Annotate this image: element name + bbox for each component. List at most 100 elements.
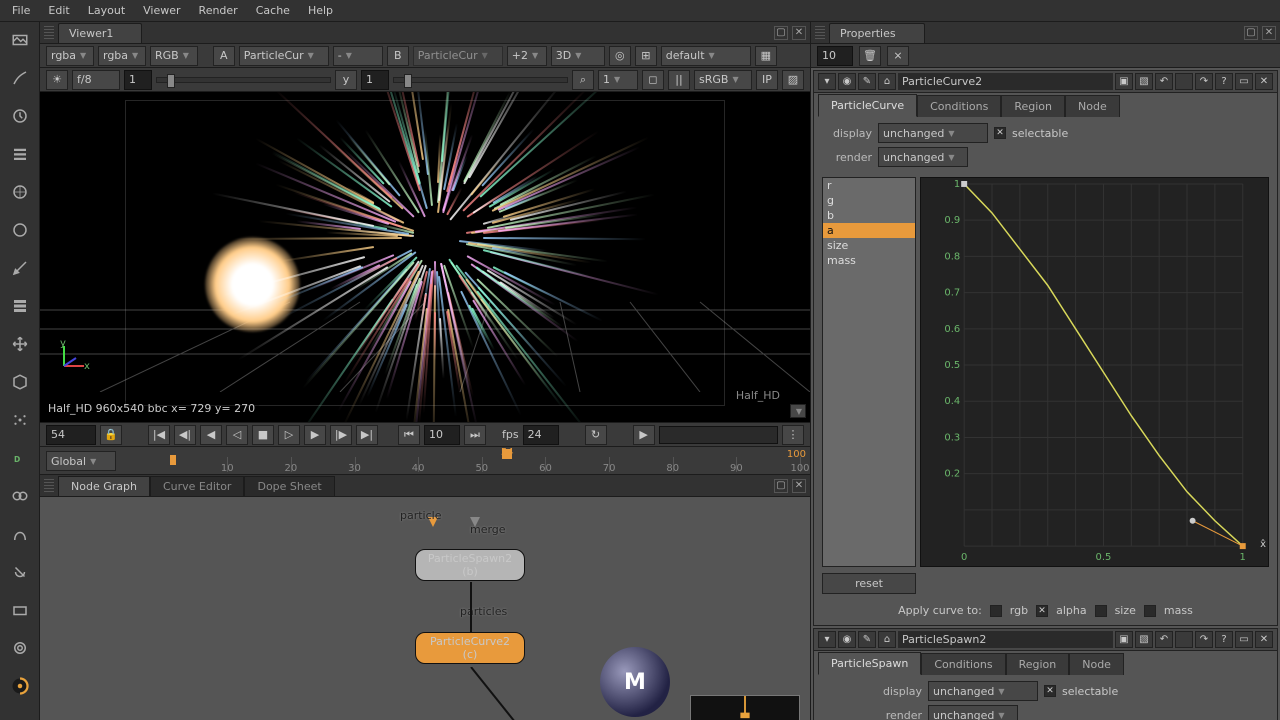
prev-key-button[interactable]: ◀| — [174, 425, 196, 445]
render-dropdown[interactable]: unchanged▼ — [878, 147, 968, 167]
panel-grip-icon[interactable] — [44, 479, 54, 493]
curve-canvas[interactable]: 0.20.30.40.50.60.70.80.9100.51 x̂ — [920, 177, 1269, 567]
center-node-icon[interactable]: ◉ — [838, 73, 856, 90]
display-dropdown[interactable]: unchanged▼ — [928, 681, 1038, 701]
roi-icon[interactable]: ◻ — [642, 70, 664, 90]
tool-particles-icon[interactable] — [6, 406, 34, 434]
redo-icon[interactable]: ↷ — [1195, 73, 1213, 90]
tool-color-icon[interactable] — [6, 178, 34, 206]
gamma-slider[interactable] — [393, 77, 568, 83]
panel-float-button[interactable]: ▢ — [1244, 26, 1258, 40]
panel-close-button[interactable]: ✕ — [792, 479, 806, 493]
dup-icon[interactable]: ▧ — [1135, 631, 1153, 648]
selectable-checkbox[interactable] — [994, 127, 1006, 139]
slider-handle[interactable] — [404, 74, 412, 88]
menu-help[interactable]: Help — [300, 2, 341, 19]
reset-curve-button[interactable]: reset — [822, 573, 916, 594]
tab-conditions[interactable]: Conditions — [921, 653, 1005, 675]
menu-edit[interactable]: Edit — [40, 2, 77, 19]
max-panels-field[interactable]: 10 — [817, 46, 853, 66]
tool-views-icon[interactable] — [6, 482, 34, 510]
tool-all-plugins-icon[interactable] — [6, 634, 34, 662]
undo-icon[interactable]: ↶ — [1155, 631, 1173, 648]
properties-tab[interactable]: Properties — [829, 23, 925, 43]
gamma-toggle-icon[interactable]: y — [335, 70, 357, 90]
camera-icon[interactable]: ◎ — [609, 46, 631, 66]
menu-file[interactable]: File — [4, 2, 38, 19]
float-icon[interactable]: ▣ — [1115, 73, 1133, 90]
apply-rgb-checkbox[interactable] — [990, 605, 1002, 617]
tab-curve-editor[interactable]: Curve Editor — [150, 476, 245, 496]
attr-item-b[interactable]: b — [823, 208, 915, 223]
channel-b-dropdown[interactable]: rgba▼ — [98, 46, 146, 66]
channel-a-dropdown[interactable]: rgba▼ — [46, 46, 94, 66]
help-button[interactable]: ? — [1215, 73, 1233, 90]
play-button[interactable]: ▶ — [304, 425, 326, 445]
tab-particlecurve[interactable]: ParticleCurve — [818, 94, 917, 117]
input-a-button[interactable]: A — [213, 46, 235, 66]
panel-float-button[interactable]: ▢ — [774, 479, 788, 493]
panel-float-button[interactable]: ▢ — [774, 26, 788, 40]
tool-deep-icon[interactable]: D — [6, 444, 34, 472]
play-fwd-button[interactable]: ⏭ — [464, 425, 486, 445]
first-frame-button[interactable]: |◀ — [148, 425, 170, 445]
frame-range-dropdown[interactable]: Global▼ — [46, 451, 116, 471]
current-frame-field[interactable]: 54 — [46, 425, 96, 445]
node-particlespawn2[interactable]: ParticleSpawn2 (b) — [415, 549, 525, 581]
proxy-dropdown[interactable]: 1▼ — [598, 70, 638, 90]
edit-expr-icon[interactable]: ✎ — [858, 631, 876, 648]
tool-time-icon[interactable] — [6, 102, 34, 130]
attr-item-g[interactable]: g — [823, 193, 915, 208]
viewer-viewport[interactable]: xy Half_HD 960x540 bbc x= 729 y= 270 Hal… — [40, 92, 810, 422]
lock-timeline-icon[interactable]: 🔒 — [100, 425, 122, 445]
panel-grip-icon[interactable] — [44, 26, 54, 40]
tab-node[interactable]: Node — [1065, 95, 1120, 117]
help-button[interactable]: ? — [1215, 631, 1233, 648]
attr-item-a[interactable]: a — [823, 223, 915, 238]
lock-panels-icon[interactable]: ⨯ — [887, 46, 909, 66]
lock-view-icon[interactable]: ⊞ — [635, 46, 657, 66]
minimize-icon[interactable]: ▭ — [1235, 631, 1253, 648]
tool-3d-icon[interactable] — [6, 368, 34, 396]
center-node-icon[interactable]: ◉ — [838, 631, 856, 648]
tool-image-icon[interactable] — [6, 26, 34, 54]
apply-alpha-checkbox[interactable] — [1036, 605, 1048, 617]
close-panel-button[interactable]: ✕ — [1255, 73, 1273, 90]
display-dropdown[interactable]: unchanged▼ — [878, 123, 988, 143]
zoom-icon[interactable]: ⌕ — [572, 70, 594, 90]
gain-slider[interactable] — [156, 77, 331, 83]
menu-layout[interactable]: Layout — [80, 2, 133, 19]
next-frame-button[interactable]: ▷ — [278, 425, 300, 445]
tool-channel-icon[interactable] — [6, 140, 34, 168]
attr-item-mass[interactable]: mass — [823, 253, 915, 268]
next-key-button[interactable]: |▶ — [330, 425, 352, 445]
viewer-lut-dropdown[interactable]: default▼ — [661, 46, 751, 66]
input-b-button[interactable]: B — [387, 46, 409, 66]
grid-toggle-icon[interactable]: ▦ — [755, 46, 777, 66]
render-dropdown[interactable]: unchanged▼ — [928, 705, 1018, 720]
gain-toggle-icon[interactable]: ☀ — [46, 70, 68, 90]
tab-node[interactable]: Node — [1069, 653, 1124, 675]
input-a-dropdown[interactable]: ParticleCur▼ — [239, 46, 329, 66]
tool-merge-icon[interactable] — [6, 292, 34, 320]
menu-cache[interactable]: Cache — [248, 2, 298, 19]
viewer-tab[interactable]: Viewer1 — [58, 23, 142, 43]
undo-icon[interactable]: ↶ — [1155, 73, 1173, 90]
view-mode-dropdown[interactable]: 3D▼ — [551, 46, 605, 66]
redo-button-gap[interactable] — [1175, 631, 1193, 648]
tool-keyer-icon[interactable] — [6, 254, 34, 282]
redo-button-gap[interactable] — [1175, 73, 1193, 90]
tool-other-icon[interactable] — [6, 596, 34, 624]
tab-region[interactable]: Region — [1001, 95, 1065, 117]
tab-region[interactable]: Region — [1006, 653, 1070, 675]
node-graph-canvas[interactable]: particle merge ParticleSpawn2 (b) partic… — [40, 497, 810, 720]
reveal-icon[interactable]: ⌂ — [878, 73, 896, 90]
step-back-button[interactable]: ◀ — [200, 425, 222, 445]
colorspace-dropdown[interactable]: sRGB▼ — [694, 70, 752, 90]
gain-dropdown[interactable]: +2▼ — [507, 46, 547, 66]
ip-toggle-button[interactable]: IP — [756, 70, 778, 90]
edit-expr-icon[interactable]: ✎ — [858, 73, 876, 90]
tool-toolsets-icon[interactable] — [6, 558, 34, 586]
node-particlecurve2[interactable]: ParticleCurve2 (c) — [415, 632, 525, 664]
wipe-dropdown[interactable]: -▼ — [333, 46, 383, 66]
